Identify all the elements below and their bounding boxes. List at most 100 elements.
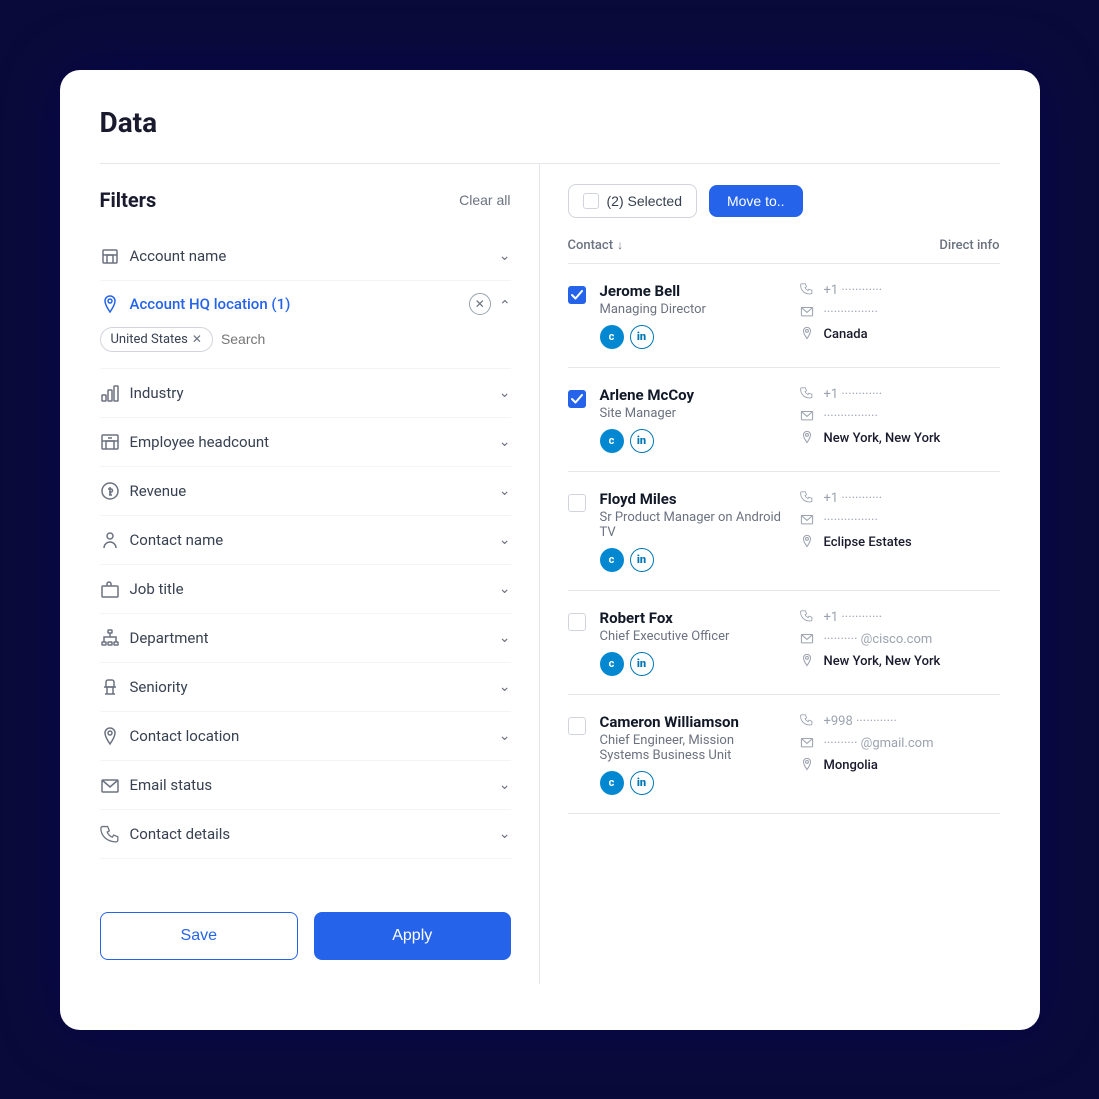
contact-name: Floyd Miles xyxy=(600,490,786,508)
clear-hq-filter-button[interactable]: ✕ xyxy=(469,293,491,315)
filter-label-email-status: Email status xyxy=(130,776,213,794)
filter-row-account-name[interactable]: Account name ⌄ xyxy=(100,232,511,281)
contact-title: Sr Product Manager on Android TV xyxy=(600,510,786,540)
contact-info: Robert Fox Chief Executive Officer c in xyxy=(600,609,786,676)
location-direct-icon xyxy=(800,534,816,552)
phone-row: +1 ············ xyxy=(800,282,1000,300)
crunchbase-icon[interactable]: c xyxy=(600,652,624,676)
remove-tag-button[interactable]: ✕ xyxy=(192,332,202,346)
checkbox-empty xyxy=(568,494,586,512)
phone-row: +1 ············ xyxy=(800,609,1000,627)
linkedin-icon[interactable]: in xyxy=(630,652,654,676)
phone-value: +1 ············ xyxy=(824,491,883,506)
contact-name: Cameron Williamson xyxy=(600,713,786,731)
filter-label-contact-name: Contact name xyxy=(130,531,224,549)
location-icon xyxy=(100,726,120,746)
email-row: ················ xyxy=(800,304,1000,322)
email-value: ·········· @gmail.com xyxy=(824,736,934,751)
crunchbase-icon[interactable]: c xyxy=(600,429,624,453)
phone-direct-icon xyxy=(800,386,816,404)
filter-row-job-title[interactable]: Job title ⌄ xyxy=(100,565,511,614)
filter-label-contact-location: Contact location xyxy=(130,727,240,745)
select-all-button[interactable]: (2) Selected xyxy=(568,184,697,218)
phone-direct-icon xyxy=(800,282,816,300)
filter-row-contact-name[interactable]: Contact name ⌄ xyxy=(100,516,511,565)
chart-icon xyxy=(100,383,120,403)
contact-info: Arlene McCoy Site Manager c in xyxy=(600,386,786,453)
contact-direct-info: +1 ············ ················ Eclipse… xyxy=(800,490,1000,552)
linkedin-icon[interactable]: in xyxy=(630,548,654,572)
apply-button[interactable]: Apply xyxy=(314,912,511,960)
building-icon xyxy=(100,246,120,266)
tags-search-row: United States ✕ xyxy=(100,327,511,352)
hq-search-input[interactable] xyxy=(221,331,402,347)
filter-row-department[interactable]: Department ⌄ xyxy=(100,614,511,663)
filter-row-revenue[interactable]: Revenue ⌄ xyxy=(100,467,511,516)
email-value: ·········· @cisco.com xyxy=(824,632,933,647)
contact-title: Site Manager xyxy=(600,406,786,421)
contact-direct-info: +998 ············ ·········· @gmail.com … xyxy=(800,713,1000,775)
linkedin-icon[interactable]: in xyxy=(630,325,654,349)
contact-checkbox[interactable] xyxy=(568,494,586,512)
chevron-down-icon-department: ⌄ xyxy=(499,630,511,646)
contact-direct-info: +1 ············ ················ New Yor… xyxy=(800,386,1000,448)
filter-label-revenue: Revenue xyxy=(130,482,187,500)
building2-icon xyxy=(100,432,120,452)
tag-united-states: United States ✕ xyxy=(100,327,213,352)
chevron-down-icon-contact-location: ⌄ xyxy=(499,728,511,744)
filter-row-industry[interactable]: Industry ⌄ xyxy=(100,369,511,418)
location-value: Mongolia xyxy=(824,758,878,773)
contact-info: Jerome Bell Managing Director c in xyxy=(600,282,786,349)
email-direct-icon xyxy=(800,408,816,426)
contact-checkbox[interactable] xyxy=(568,286,586,304)
filter-label-hq: Account HQ location (1) xyxy=(130,295,291,313)
chevron-down-icon-industry: ⌄ xyxy=(499,385,511,401)
contact-checkbox[interactable] xyxy=(568,613,586,631)
linkedin-icon[interactable]: in xyxy=(630,429,654,453)
org-icon xyxy=(100,628,120,648)
crunchbase-icon[interactable]: c xyxy=(600,771,624,795)
contact-row: Floyd Miles Sr Product Manager on Androi… xyxy=(568,472,1000,591)
linkedin-icon[interactable]: in xyxy=(630,771,654,795)
col-header-direct: Direct info xyxy=(939,238,999,253)
filter-expanded-header: Account HQ location (1) ✕ ⌄ xyxy=(100,293,511,315)
phone-value: +998 ············ xyxy=(824,714,897,729)
checkbox-checked xyxy=(568,286,586,304)
filter-row-contact-location[interactable]: Contact location ⌄ xyxy=(100,712,511,761)
contact-info: Cameron Williamson Chief Engineer, Missi… xyxy=(600,713,786,795)
results-panel: (2) Selected Move to.. Contact ↓ Direct … xyxy=(540,164,1000,984)
filter-label-department: Department xyxy=(130,629,209,647)
filter-row-seniority[interactable]: Seniority ⌄ xyxy=(100,663,511,712)
contact-title: Managing Director xyxy=(600,302,786,317)
checkbox-checked xyxy=(568,390,586,408)
email-direct-icon xyxy=(800,512,816,530)
checkbox-empty xyxy=(568,613,586,631)
sort-icon: ↓ xyxy=(617,238,623,252)
move-to-button[interactable]: Move to.. xyxy=(709,185,803,217)
save-button[interactable]: Save xyxy=(100,912,299,960)
filter-label-account-name: Account name xyxy=(130,247,227,265)
contact-row: Robert Fox Chief Executive Officer c in … xyxy=(568,591,1000,695)
filter-row-contact-details[interactable]: Contact details ⌄ xyxy=(100,810,511,859)
chevron-up-icon: ⌄ xyxy=(499,296,511,312)
filters-title: Filters xyxy=(100,188,157,212)
contact-checkbox[interactable] xyxy=(568,717,586,735)
clear-all-button[interactable]: Clear all xyxy=(459,192,510,208)
filter-row-email-status[interactable]: Email status ⌄ xyxy=(100,761,511,810)
filter-label-seniority: Seniority xyxy=(130,678,188,696)
chevron-down-icon-seniority: ⌄ xyxy=(499,679,511,695)
filters-header: Filters Clear all xyxy=(100,188,511,212)
filter-label-job-title: Job title xyxy=(130,580,184,598)
briefcase-icon xyxy=(100,579,120,599)
contact-checkbox[interactable] xyxy=(568,390,586,408)
filter-row-headcount[interactable]: Employee headcount ⌄ xyxy=(100,418,511,467)
location-row: Mongolia xyxy=(800,757,1000,775)
chevron-down-icon-headcount: ⌄ xyxy=(499,434,511,450)
location-row: Canada xyxy=(800,326,1000,344)
crunchbase-icon[interactable]: c xyxy=(600,548,624,572)
chevron-down-icon: ⌄ xyxy=(499,248,511,264)
contact-direct-info: +1 ············ ·········· @cisco.com Ne… xyxy=(800,609,1000,671)
person-icon xyxy=(100,530,120,550)
email-row: ················ xyxy=(800,512,1000,530)
crunchbase-icon[interactable]: c xyxy=(600,325,624,349)
